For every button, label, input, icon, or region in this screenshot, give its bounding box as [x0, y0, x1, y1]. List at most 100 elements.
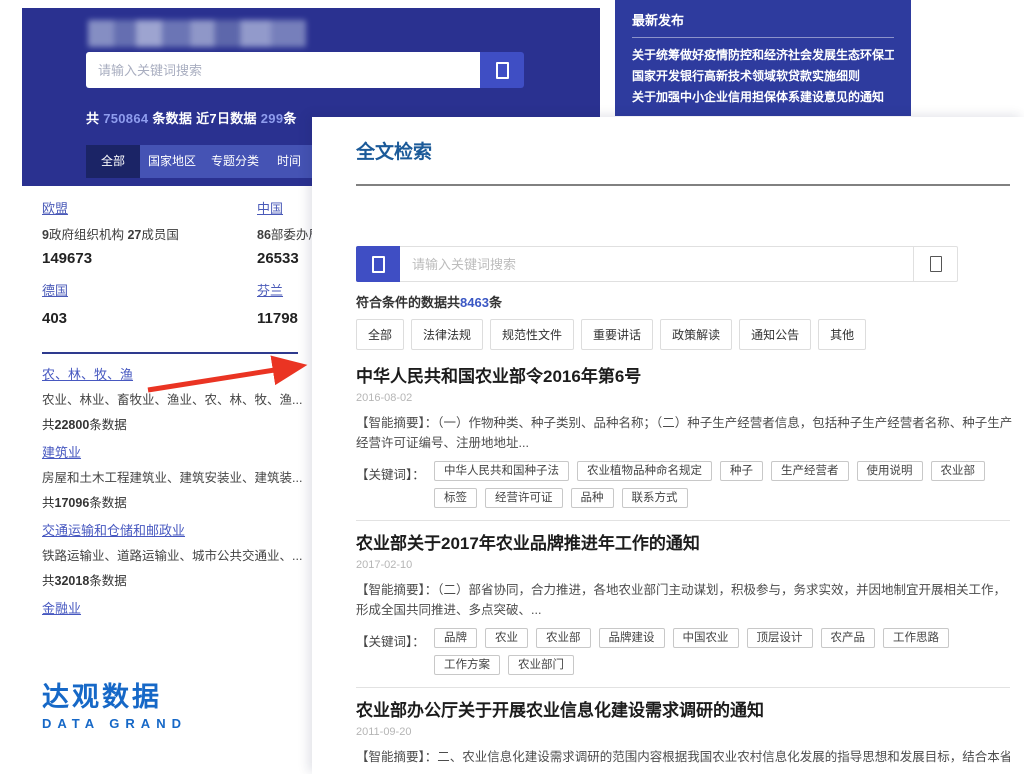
datagrand-logo: 达观数据 DATA GRAND [42, 682, 187, 731]
search-icon [930, 256, 942, 272]
header-search-input[interactable] [86, 52, 480, 88]
keyword-tag[interactable]: 中华人民共和国种子法 [434, 461, 569, 481]
match-count-line: 符合条件的数据共8463条 [356, 292, 1010, 311]
keyword-tag[interactable]: 联系方式 [622, 488, 688, 508]
result-title[interactable]: 农业部办公厅关于开展农业信息化建设需求调研的通知 [356, 700, 1010, 721]
keyword-tag[interactable]: 中国农业 [673, 628, 739, 648]
sidebar-link-germany[interactable]: 德国 [42, 280, 68, 299]
result-title[interactable]: 农业部关于2017年农业品牌推进年工作的通知 [356, 533, 1010, 554]
total-count: 750864 [103, 111, 148, 126]
keyword-tag[interactable]: 种子 [720, 461, 763, 481]
filter-speeches[interactable]: 重要讲话 [581, 319, 653, 350]
industry-count: 共17096条数据 [42, 495, 342, 512]
tab-time[interactable]: 时间 [266, 145, 312, 178]
tab-country-region[interactable]: 国家地区 [140, 145, 204, 178]
industry-desc: 铁路运输业、道路运输业、城市公共交通业、... [42, 548, 342, 565]
divider [632, 37, 894, 38]
keyword-tag[interactable]: 农业部 [536, 628, 591, 648]
main-search-input[interactable] [400, 246, 914, 282]
tab-all[interactable]: 全部 [86, 145, 140, 178]
recent-count: 299 [261, 111, 284, 126]
keywords-label: 【关键词】： [356, 461, 434, 508]
industry-desc: 房屋和土木工程建筑业、建筑安装业、建筑装... [42, 470, 342, 487]
main-search-button[interactable] [914, 246, 958, 282]
result-date: 2017-02-10 [356, 559, 1010, 571]
result-title[interactable]: 中华人民共和国农业部令2016年第6号 [356, 366, 1010, 387]
sidebar-link-finland[interactable]: 芬兰 [257, 280, 283, 299]
sidebar-link-china[interactable]: 中国 [257, 198, 283, 217]
keyword-tag[interactable]: 农业部 [931, 461, 986, 481]
keywords-label: 【关键词】： [356, 628, 434, 675]
keyword-tag[interactable]: 农业植物品种命名规定 [577, 461, 712, 481]
eu-desc: 9政府组织机构 27成员国 [42, 227, 258, 244]
keyword-tags: 中华人民共和国种子法 农业植物品种命名规定 种子 生产经营者 使用说明 农业部 … [434, 461, 1010, 508]
keyword-tag[interactable]: 标签 [434, 488, 477, 508]
result-item: 农业部办公厅关于开展农业信息化建设需求调研的通知 2011-09-20 【智能摘… [356, 700, 1010, 767]
result-keywords: 【关键词】： 中华人民共和国种子法 农业植物品种命名规定 种子 生产经营者 使用… [356, 461, 1010, 508]
logo-en-text: DATA GRAND [42, 716, 187, 731]
sidebar-item-transport[interactable]: 交通运输和仓储和邮政业 [42, 522, 185, 540]
logo-cn-text: 达观数据 [42, 682, 187, 712]
keyword-tag[interactable]: 使用说明 [857, 461, 923, 481]
page: 共 750864 条数据 近7日数据 299条 全部 国家地区 专题分类 时间 … [0, 0, 1024, 774]
result-divider [356, 520, 1010, 521]
result-item: 中华人民共和国农业部令2016年第6号 2016-08-02 【智能摘要】：（一… [356, 366, 1010, 521]
keyword-tag[interactable]: 品牌 [434, 628, 477, 648]
filter-other[interactable]: 其他 [818, 319, 866, 350]
sidebar-region-column-left: 欧盟 9政府组织机构 27成员国 149673 德国 403 [42, 198, 258, 340]
page-title: 全文检索 [356, 137, 1010, 164]
search-results: 中华人民共和国农业部令2016年第6号 2016-08-02 【智能摘要】：（一… [356, 366, 1010, 767]
main-search-bar [356, 246, 958, 282]
sidebar-link-eu[interactable]: 欧盟 [42, 198, 68, 217]
tab-topic-category[interactable]: 专题分类 [204, 145, 266, 178]
result-summary: 【智能摘要】：（二）部省协同，合力推进，各地农业部门主动谋划，积极参与，务求实效… [356, 580, 1016, 620]
keyword-tag[interactable]: 品种 [571, 488, 614, 508]
match-count: 8463 [460, 295, 489, 310]
germany-count: 403 [42, 309, 258, 328]
keyword-tag[interactable]: 农产品 [821, 628, 876, 648]
result-summary: 【智能摘要】：（一）作物种类、种子类别、品种名称；（二）种子生产经营者信息，包括… [356, 413, 1016, 453]
header-search-button[interactable] [480, 52, 524, 88]
keyword-tag[interactable]: 经营许可证 [485, 488, 563, 508]
keyword-tag[interactable]: 顶层设计 [747, 628, 813, 648]
sidebar-item-construction[interactable]: 建筑业 [42, 444, 81, 462]
keyword-tags: 品牌 农业 农业部 品牌建设 中国农业 顶层设计 农产品 工作思路 工作方案 农… [434, 628, 1010, 675]
red-arrow-annotation [142, 354, 320, 396]
sidebar-industries: 农、林、牧、渔 农业、林业、畜牧业、渔业、农、林、牧、渔... 共22800条数… [42, 366, 342, 618]
industry-count: 共22800条数据 [42, 417, 342, 434]
header-tab-strip: 全部 国家地区 专题分类 时间 [86, 145, 312, 178]
keyword-tag[interactable]: 工作方案 [434, 655, 500, 675]
filter-all[interactable]: 全部 [356, 319, 404, 350]
keyword-tag[interactable]: 农业 [485, 628, 528, 648]
keyword-tag[interactable]: 品牌建设 [599, 628, 665, 648]
filter-laws[interactable]: 法律法规 [411, 319, 483, 350]
title-divider [356, 184, 1010, 186]
latest-release-panel: 最新发布 关于统筹做好疫情防控和经济社会发展生态环保工作... 国家开发银行高新… [615, 0, 911, 116]
latest-item[interactable]: 关于加强中小企业信用担保体系建设意见的通知 [632, 87, 894, 108]
latest-item[interactable]: 关于统筹做好疫情防控和经济社会发展生态环保工作... [632, 45, 894, 66]
keyword-tag[interactable]: 工作思路 [883, 628, 949, 648]
filter-policy-interpretation[interactable]: 政策解读 [660, 319, 732, 350]
result-date: 2011-09-20 [356, 726, 1010, 738]
keyword-tag[interactable]: 农业部门 [508, 655, 574, 675]
sidebar-item-agriculture[interactable]: 农、林、牧、渔 [42, 366, 133, 384]
latest-item[interactable]: 国家开发银行高新技术领域软贷款实施细则 [632, 66, 894, 87]
result-summary: 【智能摘要】：二、农业信息化建设需求调研的范围内容根据我国农业农村信息化发展的指… [356, 747, 1010, 767]
redacted-title [88, 20, 306, 47]
box-icon [372, 256, 385, 273]
keyword-tag[interactable]: 生产经营者 [771, 461, 849, 481]
header-search-bar [86, 52, 524, 88]
search-scope-button[interactable] [356, 246, 400, 282]
result-date: 2016-08-02 [356, 392, 1010, 404]
category-filter-bar: 全部 法律法规 规范性文件 重要讲话 政策解读 通知公告 其他 [356, 319, 1010, 350]
filter-notices[interactable]: 通知公告 [739, 319, 811, 350]
result-item: 农业部关于2017年农业品牌推进年工作的通知 2017-02-10 【智能摘要】… [356, 533, 1010, 688]
industry-count: 共32018条数据 [42, 573, 342, 590]
latest-release-title: 最新发布 [632, 10, 894, 29]
sidebar-item-finance[interactable]: 金融业 [42, 600, 81, 618]
eu-count: 149673 [42, 249, 258, 268]
filter-normative-docs[interactable]: 规范性文件 [490, 319, 574, 350]
result-divider [356, 687, 1010, 688]
header-stats: 共 750864 条数据 近7日数据 299条 [86, 108, 297, 127]
main-panel: 全文检索 符合条件的数据共8463条 全部 法律法规 规范性文件 重要讲话 政策… [312, 117, 1024, 774]
